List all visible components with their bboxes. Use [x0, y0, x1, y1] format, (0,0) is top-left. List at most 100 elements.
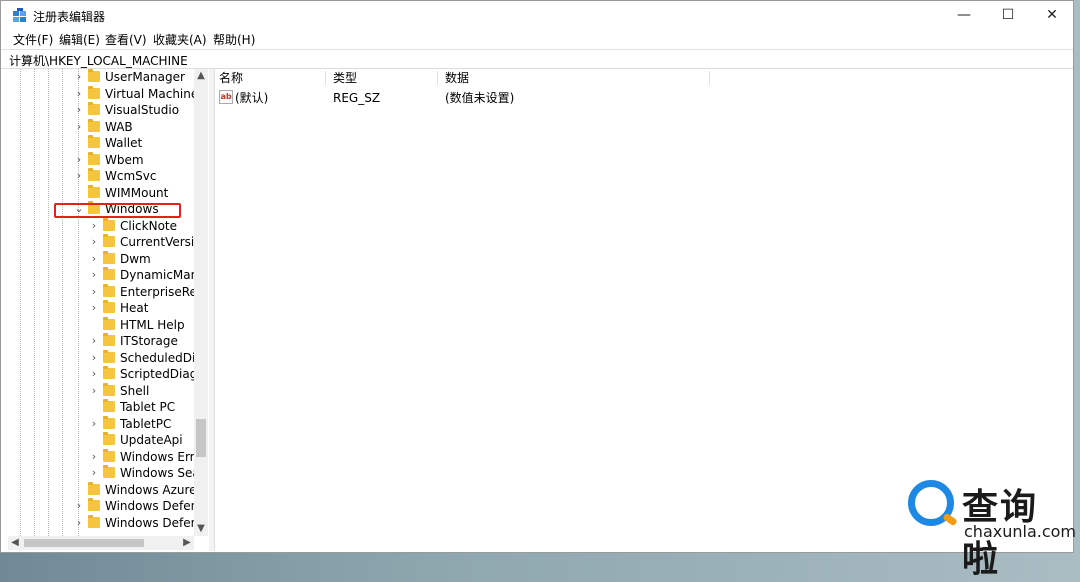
tree-item[interactable]: › EnterpriseRes	[8, 283, 203, 300]
scroll-thumb-horizontal[interactable]	[24, 539, 144, 547]
tree-item-label[interactable]: UserManager	[105, 69, 185, 85]
tree-item-label[interactable]: Windows Sea	[120, 465, 200, 481]
scroll-up-icon[interactable]: ▲	[194, 69, 208, 83]
chevron-right-icon[interactable]: ›	[89, 251, 99, 267]
tree-item[interactable]: › Windows Erro	[8, 448, 203, 465]
chevron-right-icon[interactable]: ›	[74, 152, 84, 168]
tree-item[interactable]: › UserManager	[8, 69, 203, 85]
tree-item-label[interactable]: Wallet	[105, 135, 142, 151]
tree-item-label[interactable]: Windows Erro	[120, 449, 202, 465]
tree-item-label[interactable]: Dwm	[120, 251, 151, 267]
tree-item-label[interactable]: Wbem	[105, 152, 144, 168]
tree-item-label[interactable]: WIMMount	[105, 185, 168, 201]
tree-item-label[interactable]: ScriptedDiagi	[120, 366, 201, 382]
tree-item[interactable]: › TabletPC	[8, 415, 203, 432]
tree-item[interactable]: Wallet	[8, 135, 203, 151]
column-divider[interactable]	[325, 71, 326, 85]
menu-edit[interactable]: 编辑(E)	[59, 31, 100, 48]
tree-horizontal-scrollbar[interactable]: ◀ ▶	[8, 536, 194, 550]
tree-item-label[interactable]: ScheduledDia	[120, 350, 203, 366]
tree-item[interactable]: › ITStorage	[8, 333, 203, 349]
tree-item-label[interactable]: UpdateApi	[120, 432, 183, 448]
chevron-right-icon[interactable]: ›	[89, 350, 99, 366]
chevron-right-icon[interactable]: ›	[74, 69, 84, 85]
tree-item-label[interactable]: Windows Defen	[105, 515, 198, 531]
tree-item-label[interactable]: WAB	[105, 119, 133, 135]
tree-vertical-scrollbar[interactable]: ▲ ▼	[194, 69, 208, 536]
chevron-right-icon[interactable]: ›	[74, 168, 84, 184]
tree-item[interactable]: › DynamicMana	[8, 267, 206, 283]
chevron-right-icon[interactable]: ›	[89, 284, 99, 300]
maximize-button[interactable]: ☐	[985, 1, 1031, 29]
chevron-right-icon[interactable]: ›	[74, 86, 84, 102]
tree-item[interactable]: › Wbem	[8, 151, 203, 168]
chevron-right-icon[interactable]: ›	[89, 366, 99, 382]
tree-item-label[interactable]: TabletPC	[120, 416, 171, 432]
tree-item-label[interactable]: Tablet PC	[120, 399, 175, 415]
tree-item-label[interactable]: VisualStudio	[105, 102, 179, 118]
chevron-right-icon[interactable]: ›	[89, 333, 99, 349]
chevron-right-icon[interactable]: ›	[89, 300, 99, 316]
scroll-down-icon[interactable]: ▼	[194, 522, 208, 536]
close-button[interactable]: ✕	[1029, 1, 1075, 29]
chevron-right-icon[interactable]: ›	[89, 416, 99, 432]
tree-item-label[interactable]: EnterpriseRes	[120, 284, 203, 300]
tree-item[interactable]: › ScheduledDia	[8, 349, 203, 366]
tree-item-label[interactable]: HTML Help	[120, 317, 185, 333]
value-name[interactable]: (默认)	[235, 89, 268, 107]
menu-help[interactable]: 帮助(H)	[213, 31, 255, 48]
value-data[interactable]: (数值未设置)	[445, 89, 514, 107]
scroll-left-icon[interactable]: ◀	[8, 536, 22, 550]
tree-item-label[interactable]: DynamicMana	[120, 267, 206, 283]
tree-item[interactable]: › Windows Defen	[8, 498, 203, 514]
chevron-right-icon[interactable]: ›	[89, 267, 99, 283]
chevron-right-icon[interactable]: ›	[89, 218, 99, 234]
tree-item[interactable]: › ClickNote	[8, 217, 203, 234]
column-divider[interactable]	[437, 71, 438, 85]
chevron-right-icon[interactable]: ›	[89, 234, 99, 250]
chevron-right-icon[interactable]: ›	[74, 102, 84, 118]
tree-item[interactable]: › Dwm	[8, 250, 203, 267]
scroll-right-icon[interactable]: ▶	[180, 536, 194, 550]
column-header-name[interactable]: 名称	[219, 69, 243, 87]
column-header-data[interactable]: 数据	[445, 69, 469, 87]
tree-item[interactable]: › Windows Defen	[8, 514, 203, 531]
tree-item[interactable]: › WAB	[8, 118, 203, 135]
tree-item[interactable]: › Shell	[8, 382, 203, 399]
tree-item[interactable]: HTML Help	[8, 316, 203, 333]
tree-item[interactable]: Tablet PC	[8, 399, 203, 415]
menu-view[interactable]: 查看(V)	[105, 31, 147, 48]
tree-item[interactable]: › ScriptedDiagi	[8, 366, 203, 382]
value-type[interactable]: REG_SZ	[333, 89, 380, 107]
tree-item[interactable]: › Windows Sea	[8, 465, 203, 481]
tree-item[interactable]: Windows Azure	[8, 481, 203, 498]
chevron-right-icon[interactable]: ›	[74, 515, 84, 531]
tree-item[interactable]: › WcmSvc	[8, 168, 203, 184]
chevron-right-icon[interactable]: ›	[89, 449, 99, 465]
menu-file[interactable]: 文件(F)	[13, 31, 53, 48]
chevron-right-icon[interactable]: ›	[89, 465, 99, 481]
key-tree[interactable]: › UserManager › Virtual Machine › VisualStudi…	[8, 69, 210, 536]
scroll-thumb[interactable]	[196, 419, 206, 457]
tree-item[interactable]: UpdateApi	[8, 432, 203, 448]
tree-item[interactable]: WIMMount	[8, 184, 203, 201]
tree-item-label[interactable]: ClickNote	[120, 218, 177, 234]
address-bar[interactable]: 计算机\HKEY_LOCAL_MACHINE	[1, 49, 1073, 69]
column-divider[interactable]	[709, 71, 710, 85]
title-bar[interactable]: 注册表编辑器 — ☐ ✕	[1, 1, 1073, 29]
chevron-right-icon[interactable]: ›	[74, 498, 84, 514]
tree-item-label[interactable]: Virtual Machine	[105, 86, 198, 102]
menu-favorites[interactable]: 收藏夹(A)	[153, 31, 207, 48]
tree-item-label[interactable]: Heat	[120, 300, 148, 316]
tree-item[interactable]: › VisualStudio	[8, 102, 203, 118]
tree-item[interactable]: › Heat	[8, 300, 203, 316]
tree-item-label[interactable]: Windows Defen	[105, 498, 198, 514]
tree-item-label[interactable]: WcmSvc	[105, 168, 156, 184]
tree-item[interactable]: › Virtual Machine	[8, 85, 203, 102]
chevron-right-icon[interactable]: ›	[89, 383, 99, 399]
address-path[interactable]: 计算机\HKEY_LOCAL_MACHINE	[9, 52, 188, 69]
column-header-type[interactable]: 类型	[333, 69, 357, 87]
tree-item[interactable]: › CurrentVersic	[8, 234, 203, 250]
tree-item-label[interactable]: Shell	[120, 383, 149, 399]
tree-item-label[interactable]: ITStorage	[120, 333, 178, 349]
